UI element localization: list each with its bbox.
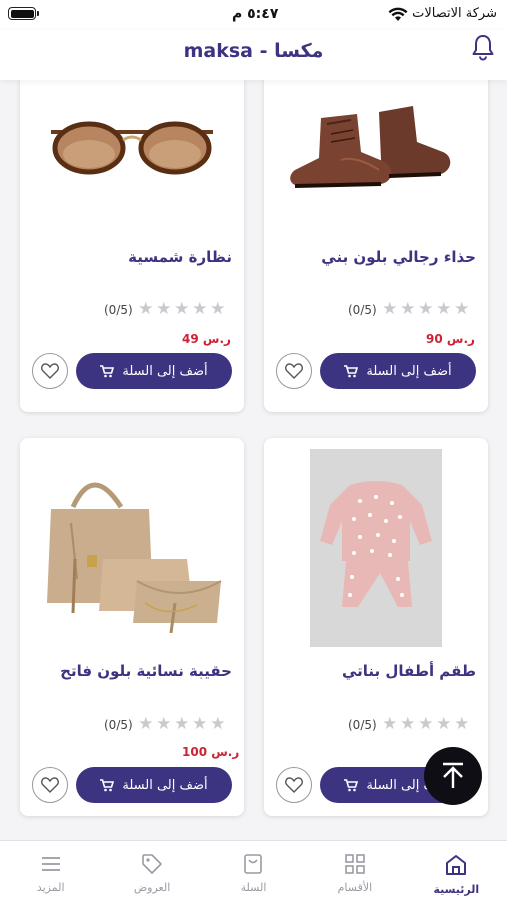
product-image[interactable]	[20, 80, 244, 210]
star-icon: ★	[156, 714, 172, 734]
tab-label: السلة	[240, 881, 267, 894]
star-icon: ★	[156, 299, 172, 319]
star-icon: ★	[418, 714, 434, 734]
add-to-cart-button[interactable]: أضف إلى السلة	[76, 767, 232, 803]
tab-label: العروض	[133, 881, 171, 894]
product-rating: (0/5) ★ ★ ★ ★ ★	[104, 301, 227, 318]
tab-label: المزيد	[36, 881, 65, 894]
add-to-cart-label: أضف إلى السلة	[122, 777, 208, 793]
star-icon: ★	[192, 714, 208, 734]
cart-icon	[100, 364, 115, 377]
product-price: 49 ر.س	[182, 332, 231, 346]
product-name[interactable]: نظارة شمسية	[30, 248, 232, 266]
product-card[interactable]: حذاء رجالي بلون بني (0/5) ★ ★ ★ ★ ★ 90 ر…	[264, 80, 488, 412]
star-icon: ★	[400, 714, 416, 734]
rating-count: (0/5)	[104, 302, 133, 317]
product-grid[interactable]: حذاء رجالي بلون بني (0/5) ★ ★ ★ ★ ★ 90 ر…	[0, 80, 507, 840]
star-icon: ★	[418, 299, 434, 319]
star-icon: ★	[436, 299, 452, 319]
tab-more[interactable]: المزيد	[0, 841, 101, 900]
page-title: maksa - مكسا	[183, 40, 324, 62]
add-to-cart-button[interactable]: أضف إلى السلة	[320, 353, 476, 389]
cart-icon	[100, 778, 115, 791]
product-card[interactable]: نظارة شمسية (0/5) ★ ★ ★ ★ ★ 49 ر.س أضف إ…	[20, 80, 244, 412]
tab-cart[interactable]: السلة	[203, 841, 304, 900]
rating-count: (0/5)	[348, 302, 377, 317]
star-icon: ★	[436, 714, 452, 734]
product-image[interactable]	[264, 448, 488, 648]
cart-icon	[344, 778, 359, 791]
product-name[interactable]: حقيبة نسائية بلون فاتح	[30, 662, 232, 680]
star-icon: ★	[138, 299, 154, 319]
star-icon: ★	[382, 299, 398, 319]
star-icon: ★	[138, 714, 154, 734]
favorite-button[interactable]	[276, 353, 312, 389]
tab-home[interactable]: الرئيسية	[406, 841, 507, 900]
star-icon: ★	[174, 714, 190, 734]
star-icon: ★	[192, 299, 208, 319]
product-card[interactable]: حقيبة نسائية بلون فاتح (0/5) ★ ★ ★ ★ ★ 1…	[20, 438, 244, 816]
heart-icon	[285, 777, 303, 793]
product-name[interactable]: طقم أطفال بناتي	[274, 662, 476, 680]
scroll-to-top-button[interactable]	[424, 747, 482, 805]
tab-categories[interactable]: الأقسام	[304, 841, 405, 900]
wifi-icon	[388, 7, 408, 21]
status-time: ٥:٤٧ م	[232, 6, 279, 22]
product-name[interactable]: حذاء رجالي بلون بني	[274, 248, 476, 266]
heart-icon	[285, 363, 303, 379]
star-icon: ★	[400, 299, 416, 319]
grid-icon	[345, 854, 365, 874]
rating-count: (0/5)	[104, 717, 133, 732]
tab-offers[interactable]: العروض	[101, 841, 202, 900]
tab-label: الأقسام	[337, 881, 373, 894]
carrier-name: شركة الاتصالات	[412, 6, 497, 21]
favorite-button[interactable]	[276, 767, 312, 803]
product-price: 100 ر.س	[182, 745, 240, 759]
rating-count: (0/5)	[348, 717, 377, 732]
notification-bell-icon[interactable]	[468, 32, 498, 62]
battery-icon	[8, 7, 39, 20]
star-icon: ★	[454, 714, 470, 734]
heart-icon	[41, 363, 59, 379]
menu-icon	[41, 857, 60, 871]
star-icon: ★	[210, 299, 226, 319]
add-to-cart-label: أضف إلى السلة	[122, 363, 208, 379]
add-to-cart-button[interactable]: أضف إلى السلة	[76, 353, 232, 389]
star-icon: ★	[174, 299, 190, 319]
heart-icon	[41, 777, 59, 793]
star-icon: ★	[382, 714, 398, 734]
home-icon	[446, 855, 467, 875]
product-rating: (0/5) ★ ★ ★ ★ ★	[348, 301, 471, 318]
product-rating: (0/5) ★ ★ ★ ★ ★	[104, 716, 227, 733]
cart-icon	[344, 364, 359, 377]
add-to-cart-label: أضف إلى السلة	[366, 363, 452, 379]
tag-icon	[142, 854, 162, 874]
app-header: maksa - مكسا	[0, 30, 507, 80]
arrow-up-icon	[443, 762, 463, 788]
favorite-button[interactable]	[32, 767, 68, 803]
tab-label: الرئيسية	[433, 883, 480, 896]
product-rating: (0/5) ★ ★ ★ ★ ★	[348, 716, 471, 733]
bottom-tab-bar: الرئيسية الأقسام السلة العروض المزيد	[0, 840, 507, 900]
status-bar: ٥:٤٧ م شركة الاتصالات	[0, 0, 507, 30]
star-icon: ★	[210, 714, 226, 734]
bag-icon	[244, 854, 263, 874]
favorite-button[interactable]	[32, 353, 68, 389]
star-icon: ★	[454, 299, 470, 319]
product-image[interactable]	[20, 458, 244, 638]
product-price: 90 ر.س	[426, 332, 475, 346]
product-image[interactable]	[264, 80, 488, 210]
